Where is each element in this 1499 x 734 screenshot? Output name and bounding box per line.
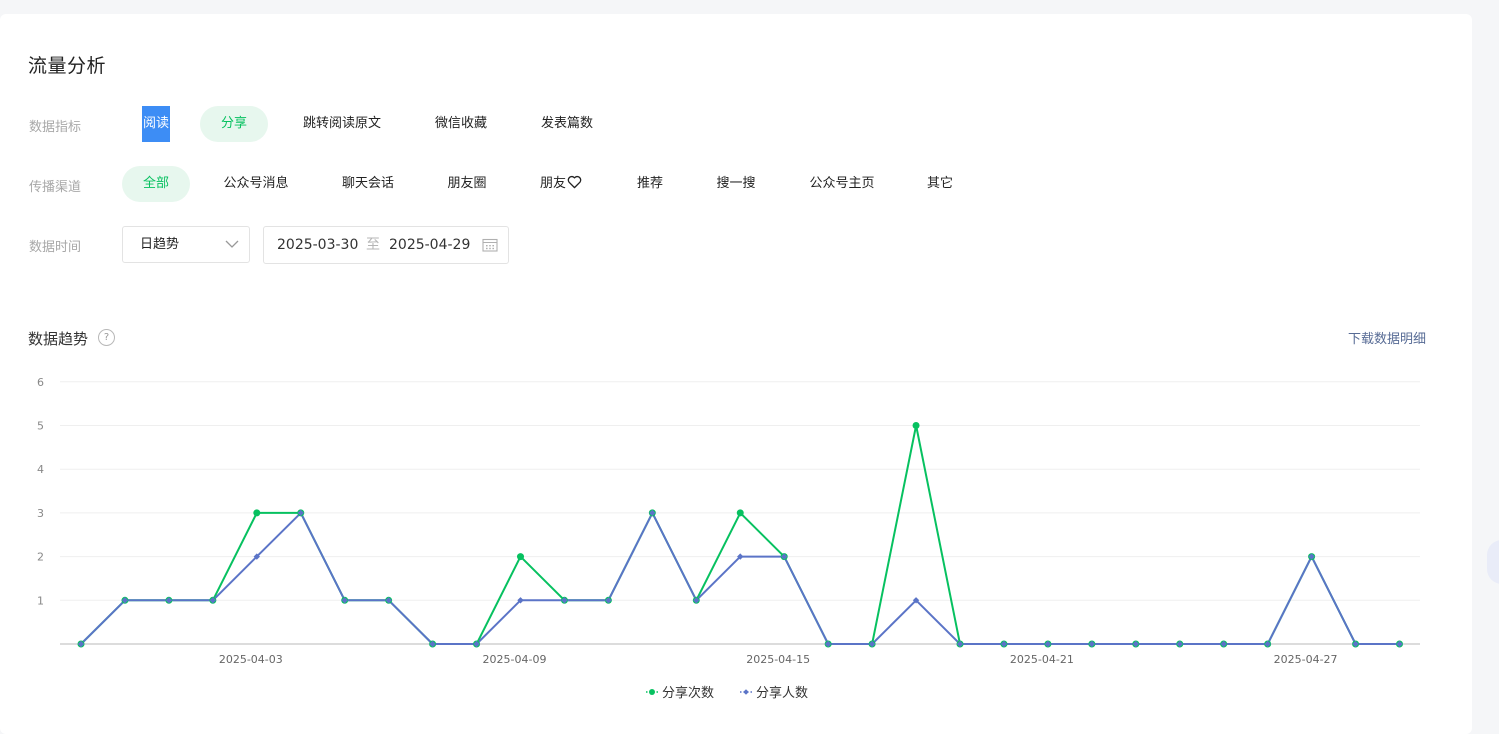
data-point[interactable]: [517, 553, 524, 561]
calendar-icon: [482, 238, 498, 252]
date-range-picker[interactable]: 2025-03-30 至 2025-04-29: [263, 226, 509, 264]
channel-option-chat[interactable]: 聊天会话: [332, 166, 404, 202]
metric-option-wechat-fav[interactable]: 微信收藏: [420, 106, 502, 142]
data-point[interactable]: [912, 422, 920, 429]
legend-label[interactable]: 分享次数: [662, 685, 714, 701]
page-title: 流量分析: [28, 55, 107, 77]
x-tick-label: 2025-04-03: [219, 653, 283, 666]
channel-option-recommend[interactable]: 推荐: [626, 166, 674, 202]
x-tick-label: 2025-04-09: [483, 653, 547, 666]
date-start[interactable]: 2025-03-30: [277, 227, 358, 263]
x-tick-label: 2025-04-27: [1274, 653, 1338, 666]
download-detail-link[interactable]: 下载数据明细: [1348, 328, 1426, 347]
trend-mode-select[interactable]: 日趋势: [122, 226, 250, 263]
trend-title: 数据趋势: [28, 330, 89, 348]
legend-marker: [743, 689, 749, 695]
time-label: 数据时间: [29, 240, 82, 255]
y-axis-ticks: 1 2 3 4 5 6: [37, 376, 44, 608]
date-end[interactable]: 2025-04-29: [389, 227, 470, 263]
legend-marker: [649, 689, 655, 695]
x-tick-label: 2025-04-21: [1010, 653, 1074, 666]
metric-label: 数据指标: [29, 120, 82, 135]
chart-series: [77, 422, 1403, 648]
channel-option-search[interactable]: 搜一搜: [706, 166, 766, 202]
metric-option-share[interactable]: 分享: [200, 106, 268, 142]
channel-option-homepage[interactable]: 公众号主页: [798, 166, 886, 202]
data-point[interactable]: [736, 509, 744, 517]
channel-label: 传播渠道: [29, 180, 82, 195]
y-tick-label: 1: [37, 594, 44, 607]
channel-option-all[interactable]: 全部: [122, 166, 190, 202]
trend-line-chart: 123456 2025-04-03 2025-04-09 2025-04-15 202…: [37, 376, 1420, 701]
chart-legend[interactable]: 分享次数 分享人数: [646, 685, 808, 701]
y-tick-label: 2: [37, 551, 44, 564]
x-tick-label: 2025-04-15: [746, 653, 810, 666]
channel-option-friends[interactable]: 朋友: [532, 166, 590, 202]
floating-assistant-tab[interactable]: [1487, 540, 1499, 584]
data-point[interactable]: [253, 509, 261, 517]
y-tick-label: 3: [37, 507, 44, 520]
series-line-1: [80, 511, 1400, 645]
trend-mode-value: 日趋势: [140, 237, 180, 252]
channel-option-friends-label: 朋友: [539, 176, 566, 191]
y-tick-label: 5: [37, 420, 44, 433]
help-icon[interactable]: ?: [98, 329, 115, 346]
y-tick-label: 6: [37, 376, 44, 389]
legend-label[interactable]: 分享人数: [756, 685, 808, 701]
date-separator: 至: [366, 237, 380, 253]
y-tick-label: 4: [37, 463, 44, 476]
channel-option-official-msg[interactable]: 公众号消息: [214, 166, 298, 202]
x-axis-ticks: 2025-04-03 2025-04-09 2025-04-15 2025-04-21…: [219, 653, 1338, 666]
channel-option-moments[interactable]: 朋友圈: [438, 166, 496, 202]
chevron-down-icon: [225, 240, 239, 248]
metric-option-jump-original[interactable]: 跳转阅读原文: [290, 106, 394, 142]
channel-option-other[interactable]: 其它: [916, 166, 964, 202]
metric-option-publish-count[interactable]: 发表篇数: [530, 106, 604, 142]
heart-icon: [567, 175, 582, 189]
metric-option-read[interactable]: 阅读: [142, 106, 170, 142]
